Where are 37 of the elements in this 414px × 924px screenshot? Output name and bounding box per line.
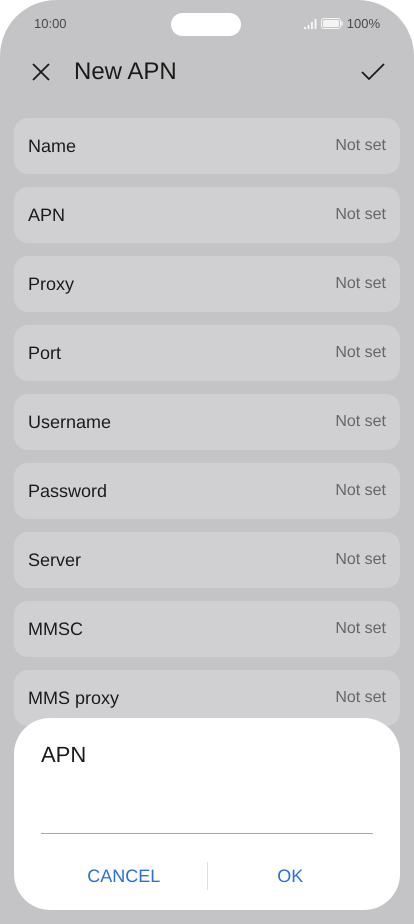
setting-label: APN <box>28 204 66 226</box>
setting-value: Not set <box>335 343 386 363</box>
setting-label: Server <box>28 548 82 572</box>
setting-value: Not set <box>335 550 386 570</box>
setting-row[interactable]: APN Not set <box>14 187 400 243</box>
setting-row[interactable]: Name Not set <box>14 118 400 174</box>
setting-label: MMS proxy <box>28 686 120 710</box>
setting-value: Not set <box>335 481 386 501</box>
status-time: 10:00 <box>34 14 67 33</box>
setting-value: Not set <box>335 274 386 294</box>
setting-row[interactable]: MMSC Not set <box>14 601 400 657</box>
battery-percent: 100% <box>346 14 380 33</box>
setting-label: Password <box>28 480 108 502</box>
setting-row[interactable]: Port Not set <box>14 325 400 381</box>
dialog-button[interactable]: OK <box>208 856 373 896</box>
dialog-button[interactable]: CANCEL <box>41 856 206 896</box>
close-icon <box>31 62 51 82</box>
signal-icon <box>304 18 317 28</box>
setting-value: Not set <box>335 205 386 225</box>
setting-value: Not set <box>335 619 386 639</box>
setting-value: Not set <box>335 688 386 708</box>
setting-row[interactable]: Proxy Not set <box>14 256 400 312</box>
setting-value: Not set <box>335 136 386 156</box>
setting-label: Proxy <box>28 272 74 296</box>
setting-row[interactable]: Username Not set <box>14 394 400 450</box>
camera-pill <box>171 13 241 36</box>
page-title: New APN <box>74 57 177 87</box>
dialog-title: APN <box>41 742 88 768</box>
battery-icon <box>320 18 343 29</box>
setting-row[interactable]: Password Not set <box>14 463 400 519</box>
setting-value: Not set <box>335 412 386 432</box>
setting-label: MMSC <box>28 618 83 640</box>
setting-label: Name <box>28 134 76 158</box>
checkmark-icon <box>360 62 386 82</box>
setting-label: Port <box>28 342 62 364</box>
setting-label: Username <box>28 410 112 434</box>
setting-row[interactable]: Server Not set <box>14 532 400 588</box>
